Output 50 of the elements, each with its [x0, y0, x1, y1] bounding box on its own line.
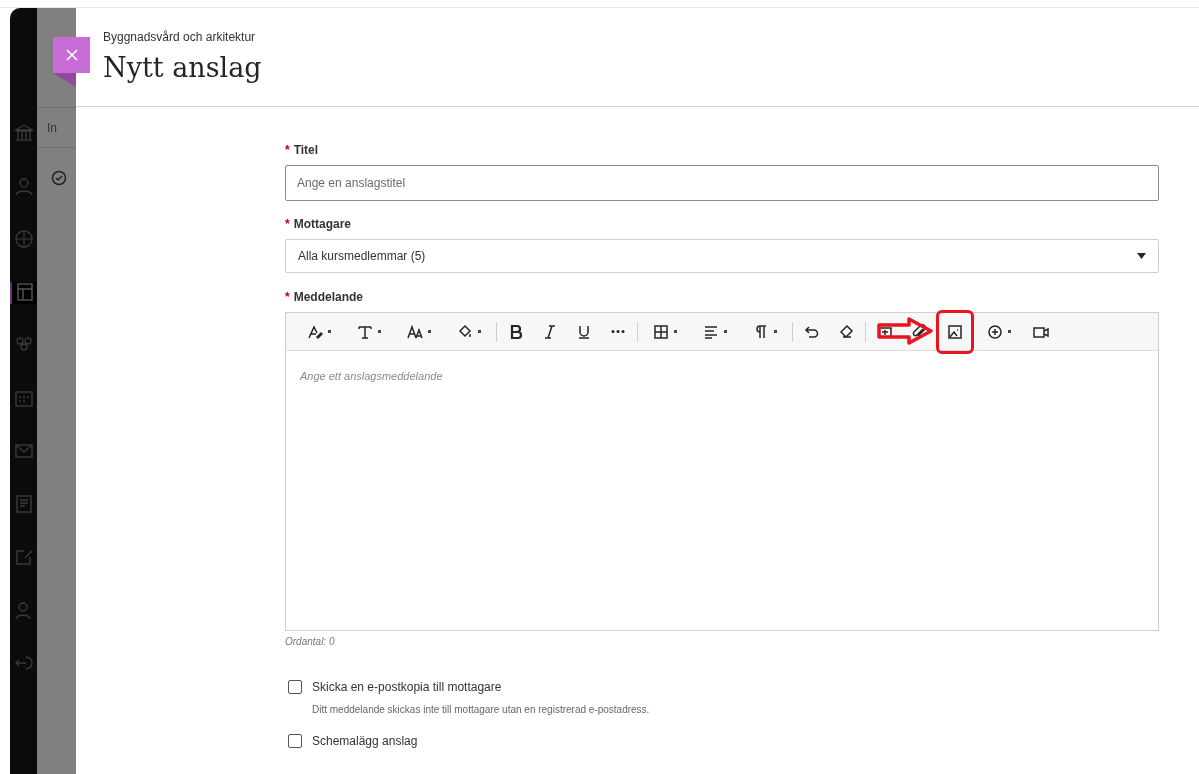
- pen-icon: [307, 323, 323, 340]
- document-icon: [13, 494, 34, 514]
- callout-arrow: [877, 316, 933, 345]
- undo-icon: [804, 323, 820, 340]
- paragraph-icon: [753, 323, 769, 340]
- book-icon: [14, 282, 35, 302]
- title-input[interactable]: Ange en anslagstitel: [285, 165, 1159, 201]
- checkbox-label: Skicka en e-postkopia till mottagare: [312, 679, 502, 696]
- align-icon: [703, 323, 719, 340]
- field-label: Titel: [293, 142, 319, 159]
- required-mark: *: [285, 289, 290, 306]
- field-label: Meddelande: [293, 289, 364, 306]
- required-mark: *: [285, 216, 290, 233]
- person-icon: [13, 176, 34, 196]
- word-count: Ordantal: 0: [285, 635, 336, 649]
- caret-icon: [1137, 253, 1146, 259]
- paperclip-icon: [911, 323, 927, 340]
- checkbox-hint: Ditt meddelande skickas inte till mottagare utan en registrerad e-postadress.: [311, 703, 651, 717]
- globe-icon: [13, 229, 34, 249]
- message-placeholder: Ange ett anslagsmeddelande: [300, 370, 443, 382]
- calendar-icon: [13, 388, 34, 408]
- more-icon: [610, 330, 626, 333]
- exit-icon: [13, 653, 34, 673]
- edit-icon: [13, 547, 34, 567]
- paint-bucket-icon: [457, 323, 473, 340]
- tab-label[interactable]: In: [47, 118, 57, 137]
- close-icon: [65, 49, 78, 61]
- bold-icon: [508, 323, 524, 340]
- text-format-icon: [357, 323, 373, 340]
- table-icon: [653, 323, 669, 340]
- font-size-icon: [407, 323, 423, 340]
- checkbox[interactable]: [288, 680, 302, 694]
- underline-icon: [576, 323, 592, 340]
- ribbon-fold: [53, 73, 76, 87]
- mail-icon: [13, 441, 34, 461]
- recipients-dropdown[interactable]: Alla kursmedlemmar (5): [285, 239, 1159, 273]
- add-circle-icon: [987, 323, 1003, 340]
- message-editor[interactable]: Ange ett anslagsmeddelande: [285, 312, 1159, 631]
- panel-title: Nytt anslag: [103, 51, 262, 85]
- bank-icon: [13, 123, 34, 143]
- italic-icon: [542, 323, 558, 340]
- image-icon: [947, 323, 963, 340]
- person-icon: [13, 600, 34, 620]
- field-label: Mottagare: [293, 216, 351, 233]
- eraser-icon: [838, 323, 854, 340]
- check-circle-icon: [51, 170, 67, 186]
- required-mark: *: [285, 142, 290, 159]
- checkbox[interactable]: [288, 734, 302, 748]
- breadcrumb: Byggnadsvård och arkitektur: [103, 29, 257, 46]
- checkbox-label: Schemalägg anslag: [312, 733, 418, 750]
